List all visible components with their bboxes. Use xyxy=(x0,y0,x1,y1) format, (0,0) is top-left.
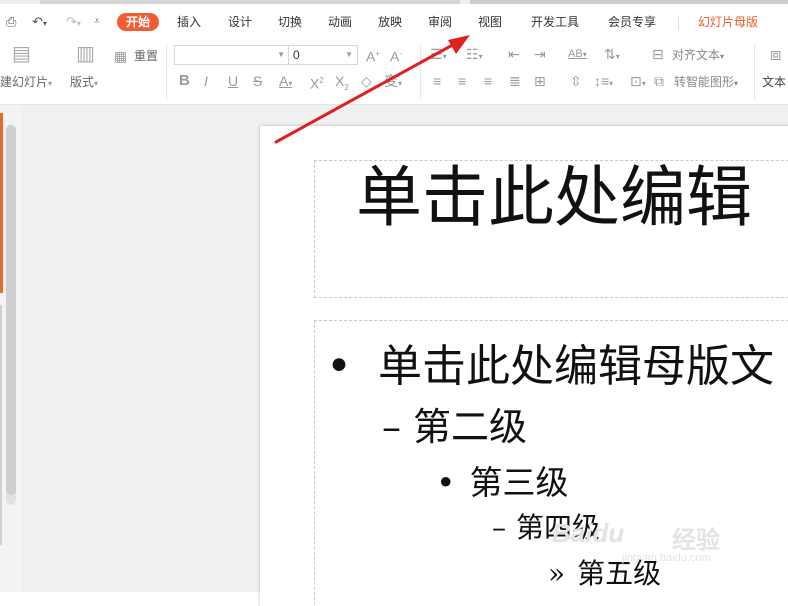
arrow-shaft xyxy=(274,40,460,144)
arrow-head xyxy=(448,35,470,54)
watermark-brand: Baidu xyxy=(552,518,625,548)
watermark-url: jingyan.baidu.com xyxy=(622,552,711,564)
baidu-watermark: Baidu 经验 jingyan.baidu.com xyxy=(552,508,752,568)
annotation-arrow xyxy=(274,35,470,144)
watermark-suffix: 经验 xyxy=(672,527,720,554)
